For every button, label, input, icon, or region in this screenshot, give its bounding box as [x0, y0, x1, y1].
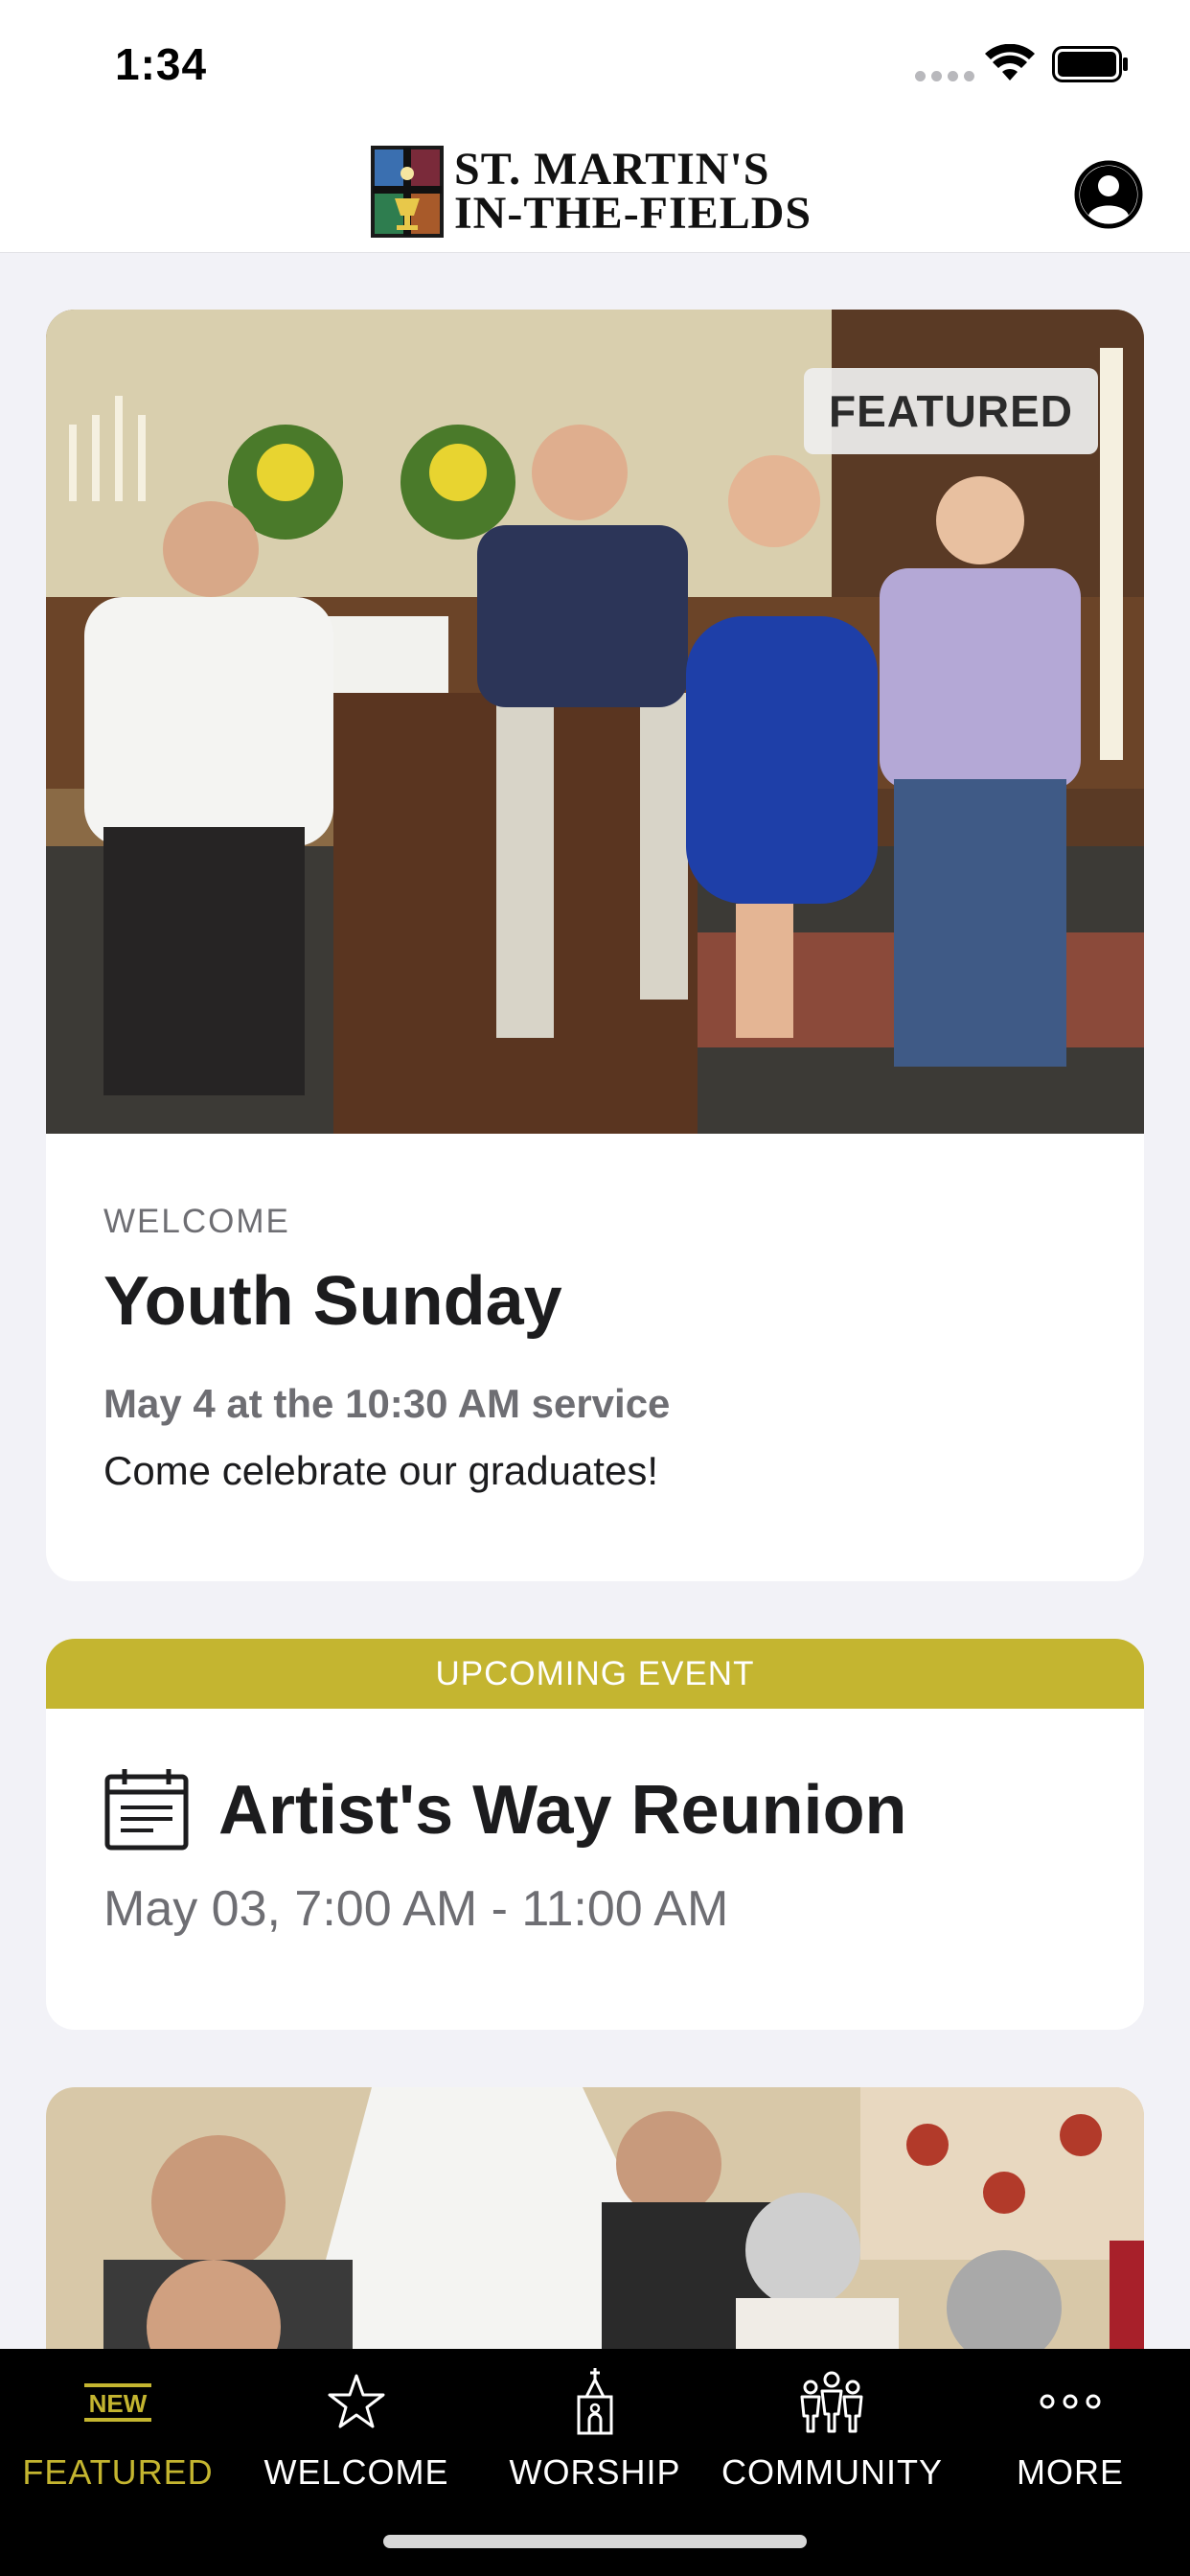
tab-more-label: MORE: [1017, 2452, 1124, 2492]
calendar-icon: [104, 1769, 189, 1851]
church-icon: [577, 2368, 613, 2435]
featured-card-body: WELCOME Youth Sunday May 4 at the 10:30 …: [103, 1134, 1087, 1494]
featured-badge: FEATURED: [803, 368, 1098, 454]
featured-description: Come celebrate our graduates!: [103, 1448, 658, 1493]
tab-community[interactable]: COMMUNITY: [721, 2366, 942, 2500]
tab-featured[interactable]: NEW FEATURED: [8, 2366, 228, 2500]
wifi-icon: [985, 44, 1035, 80]
more-dots-icon: [1040, 2394, 1101, 2409]
home-indicator[interactable]: [383, 2535, 807, 2548]
event-title: Artist's Way Reunion: [218, 1772, 907, 1849]
tab-featured-label: FEATURED: [22, 2452, 214, 2492]
featured-title: Youth Sunday: [103, 1263, 562, 1340]
church-logo[interactable]: ST. MARTIN'S IN-THE-FIELDS: [370, 144, 812, 240]
tab-community-label: COMMUNITY: [721, 2452, 943, 2492]
cellular-signal-icon: [915, 71, 974, 81]
people-icon: [800, 2371, 863, 2433]
battery-icon: [1052, 46, 1128, 82]
event-time: May 03, 7:00 AM - 11:00 AM: [103, 1881, 729, 1937]
tab-worship[interactable]: WORSHIP: [485, 2366, 705, 2500]
featured-category: WELCOME: [103, 1203, 290, 1240]
featured-card[interactable]: FEATURED WELCOME Youth Sunday May 4 at t…: [46, 310, 1144, 1581]
community-dinner-photo: [46, 2087, 1144, 2375]
church-name: ST. MARTIN'S IN-THE-FIELDS: [454, 144, 812, 239]
tab-worship-label: WORSHIP: [509, 2452, 681, 2492]
tab-welcome-label: WELCOME: [263, 2452, 449, 2492]
new-badge-icon: NEW: [84, 2383, 151, 2422]
app-header: ST. MARTIN'S IN-THE-FIELDS: [0, 125, 1190, 253]
star-icon: [328, 2374, 385, 2428]
stained-glass-logo-icon: [371, 146, 444, 238]
tab-welcome[interactable]: WELCOME: [246, 2366, 467, 2500]
upcoming-event-banner: UPCOMING EVENT: [46, 1639, 1144, 1709]
church-name-line2: IN-THE-FIELDS: [454, 188, 812, 239]
status-time: 1:34: [115, 39, 208, 89]
featured-date: May 4 at the 10:30 AM service: [103, 1381, 671, 1426]
community-dinner-card[interactable]: [46, 2087, 1144, 2375]
status-bar: 1:34: [0, 0, 1190, 125]
church-name-line1: ST. MARTIN'S: [454, 144, 770, 195]
tab-more[interactable]: MORE: [960, 2366, 1180, 2500]
new-badge-text: NEW: [89, 2389, 148, 2418]
profile-icon[interactable]: [1074, 160, 1143, 229]
upcoming-event-card[interactable]: UPCOMING EVENT Artist's Way Reunion May …: [46, 1639, 1144, 2030]
